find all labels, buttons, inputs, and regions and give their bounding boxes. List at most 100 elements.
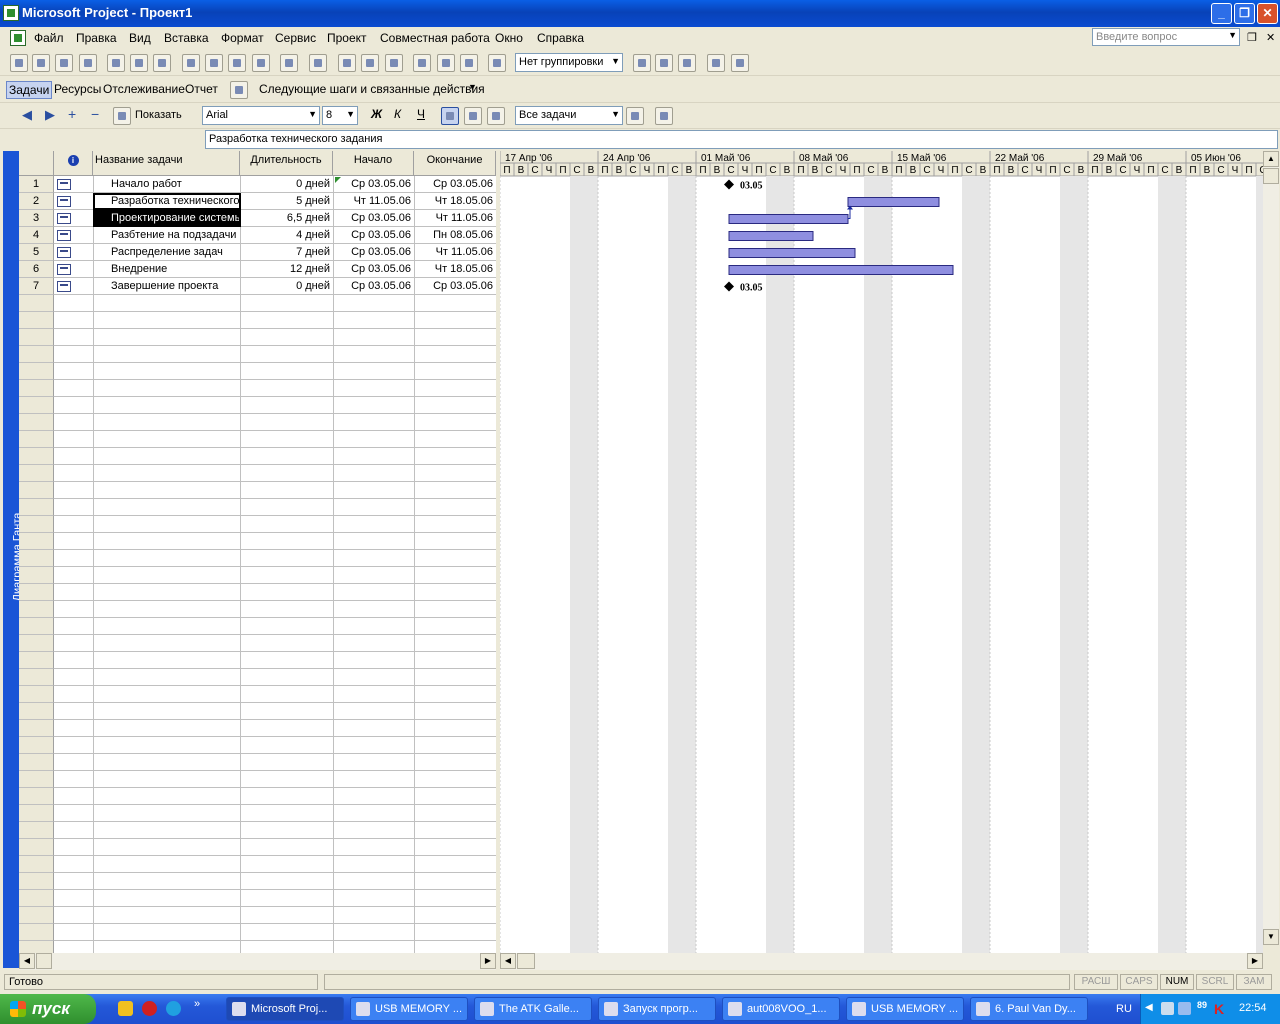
- empty-row-header[interactable]: [19, 720, 54, 737]
- document-icon[interactable]: [10, 30, 26, 46]
- save-icon[interactable]: [55, 54, 73, 72]
- show-outline-icon[interactable]: [113, 107, 131, 125]
- task-finish-cell[interactable]: Чт 11.05.06: [415, 244, 493, 261]
- quicklaunch-icon[interactable]: [142, 1001, 157, 1016]
- scroll-right-icon[interactable]: ▶: [480, 953, 496, 969]
- view-bar[interactable]: Диаграмма Ганта: [3, 151, 23, 968]
- empty-row-header[interactable]: [19, 584, 54, 601]
- table-row[interactable]: 4 Разбтение на подзадачи 4 дней Ср 03.05…: [19, 227, 496, 244]
- row-number[interactable]: 7: [19, 278, 54, 295]
- task-name-cell[interactable]: Проектирование системы: [111, 210, 239, 227]
- guide-resources-button[interactable]: Ресурсы: [54, 82, 101, 96]
- gantt-chart[interactable]: ПВСЧПСВПВСЧПСВПВСЧПСВПВСЧПСВПВСЧПСВПВСЧП…: [500, 151, 1263, 953]
- empty-row-header[interactable]: [19, 703, 54, 720]
- tray-app-icon[interactable]: [1178, 1002, 1191, 1015]
- empty-row-header[interactable]: [19, 890, 54, 907]
- entry-field[interactable]: Разработка технического задания: [205, 130, 1278, 149]
- scroll-thumb[interactable]: [1263, 168, 1279, 184]
- task-finish-cell[interactable]: Пн 08.05.06: [415, 227, 493, 244]
- table-row[interactable]: 3 Проектирование системы 6,5 дней Ср 03.…: [19, 210, 496, 227]
- go-to-task-icon[interactable]: [678, 54, 696, 72]
- menu-project[interactable]: Проект: [327, 31, 367, 45]
- cut-icon[interactable]: [182, 54, 200, 72]
- antivirus-icon[interactable]: K: [1214, 1001, 1224, 1017]
- menu-insert[interactable]: Вставка: [164, 31, 209, 45]
- print-preview-icon[interactable]: [130, 54, 148, 72]
- scroll-thumb[interactable]: [36, 953, 52, 969]
- format-painter-icon[interactable]: [252, 54, 270, 72]
- empty-row-header[interactable]: [19, 635, 54, 652]
- task-duration-cell[interactable]: 7 дней: [241, 244, 330, 261]
- zoom-out-icon[interactable]: [655, 54, 673, 72]
- empty-row-header[interactable]: [19, 363, 54, 380]
- row-number[interactable]: 6: [19, 261, 54, 278]
- italic-button[interactable]: К: [394, 107, 401, 121]
- empty-row-header[interactable]: [19, 771, 54, 788]
- show-subtasks-icon[interactable]: +: [68, 106, 76, 122]
- empty-row-header[interactable]: [19, 533, 54, 550]
- empty-row-header[interactable]: [19, 737, 54, 754]
- empty-row-header[interactable]: [19, 686, 54, 703]
- task-finish-cell[interactable]: Чт 18.05.06: [415, 261, 493, 278]
- finish-header[interactable]: Окончание: [414, 151, 496, 176]
- empty-row-header[interactable]: [19, 856, 54, 873]
- empty-row-header[interactable]: [19, 822, 54, 839]
- task-name-cell[interactable]: Начало работ: [111, 176, 239, 193]
- link-tasks-icon[interactable]: [338, 54, 356, 72]
- undo-icon[interactable]: [280, 54, 298, 72]
- help-icon[interactable]: [731, 54, 749, 72]
- network-icon[interactable]: [1161, 1002, 1174, 1015]
- task-name-cell[interactable]: Разбтение на подзадачи: [111, 227, 239, 244]
- filter-select[interactable]: Все задачи ▼: [515, 106, 623, 125]
- quicklaunch-more-icon[interactable]: »: [194, 998, 200, 1010]
- gantt-wizard-icon[interactable]: [655, 107, 673, 125]
- font-size-select[interactable]: 8 ▼: [322, 106, 358, 125]
- start-button[interactable]: пуск: [0, 994, 96, 1024]
- chevron-down-icon[interactable]: ▼: [468, 82, 477, 92]
- table-row[interactable]: 2 Разработка технического 5 дней Чт 11.0…: [19, 193, 496, 210]
- guide-tracking-button[interactable]: Отслеживание: [103, 82, 185, 96]
- taskbar-button-word[interactable]: Запуск прогр...: [598, 997, 716, 1021]
- task-start-cell[interactable]: Ср 03.05.06: [334, 227, 411, 244]
- hide-subtasks-icon[interactable]: −: [91, 106, 99, 122]
- bold-button[interactable]: Ж: [371, 107, 382, 121]
- row-number[interactable]: 2: [19, 193, 54, 210]
- font-select[interactable]: Arial ▼: [202, 106, 320, 125]
- language-indicator[interactable]: RU: [1116, 1003, 1132, 1015]
- toggle-guide-icon[interactable]: [230, 81, 248, 99]
- split-task-icon[interactable]: [385, 54, 403, 72]
- task-start-cell[interactable]: Ср 03.05.06: [334, 244, 411, 261]
- task-duration-cell[interactable]: 0 дней: [241, 176, 330, 193]
- menu-format[interactable]: Формат: [221, 31, 264, 45]
- table-row[interactable]: 7 Завершение проекта 0 дней Ср 03.05.06 …: [19, 278, 496, 295]
- chart-horizontal-scrollbar[interactable]: ◀ ▶: [500, 953, 1263, 970]
- restore-button[interactable]: ❐: [1234, 3, 1255, 24]
- project-app-icon[interactable]: [3, 5, 19, 21]
- guide-report-button[interactable]: Отчет: [185, 82, 218, 96]
- empty-row-header[interactable]: [19, 380, 54, 397]
- empty-row-header[interactable]: [19, 941, 54, 953]
- tray-counter[interactable]: 89: [1197, 1000, 1207, 1010]
- taskbar-button-project[interactable]: Microsoft Proj...: [226, 997, 344, 1021]
- task-start-cell[interactable]: Ср 03.05.06: [334, 261, 411, 278]
- menu-window[interactable]: Окно: [495, 31, 523, 45]
- unlink-tasks-icon[interactable]: [361, 54, 379, 72]
- taskbar-button-player[interactable]: 6. Paul Van Dy...: [970, 997, 1088, 1021]
- empty-row-header[interactable]: [19, 465, 54, 482]
- table-horizontal-scrollbar[interactable]: ◀ ▶: [19, 953, 496, 970]
- task-duration-cell[interactable]: 4 дней: [241, 227, 330, 244]
- empty-row-header[interactable]: [19, 550, 54, 567]
- empty-row-header[interactable]: [19, 346, 54, 363]
- minimize-button[interactable]: _: [1211, 3, 1232, 24]
- empty-row-header[interactable]: [19, 482, 54, 499]
- empty-row-header[interactable]: [19, 618, 54, 635]
- row-number[interactable]: 1: [19, 176, 54, 193]
- row-number[interactable]: 5: [19, 244, 54, 261]
- open-icon[interactable]: [32, 54, 50, 72]
- empty-row-header[interactable]: [19, 601, 54, 618]
- task-finish-cell[interactable]: Чт 18.05.06: [415, 193, 493, 210]
- row-number[interactable]: 3: [19, 210, 54, 227]
- zoom-in-icon[interactable]: [633, 54, 651, 72]
- task-name-cell[interactable]: Завершение проекта: [111, 278, 239, 295]
- taskbar-button-usb-2[interactable]: USB MEMORY ...: [846, 997, 964, 1021]
